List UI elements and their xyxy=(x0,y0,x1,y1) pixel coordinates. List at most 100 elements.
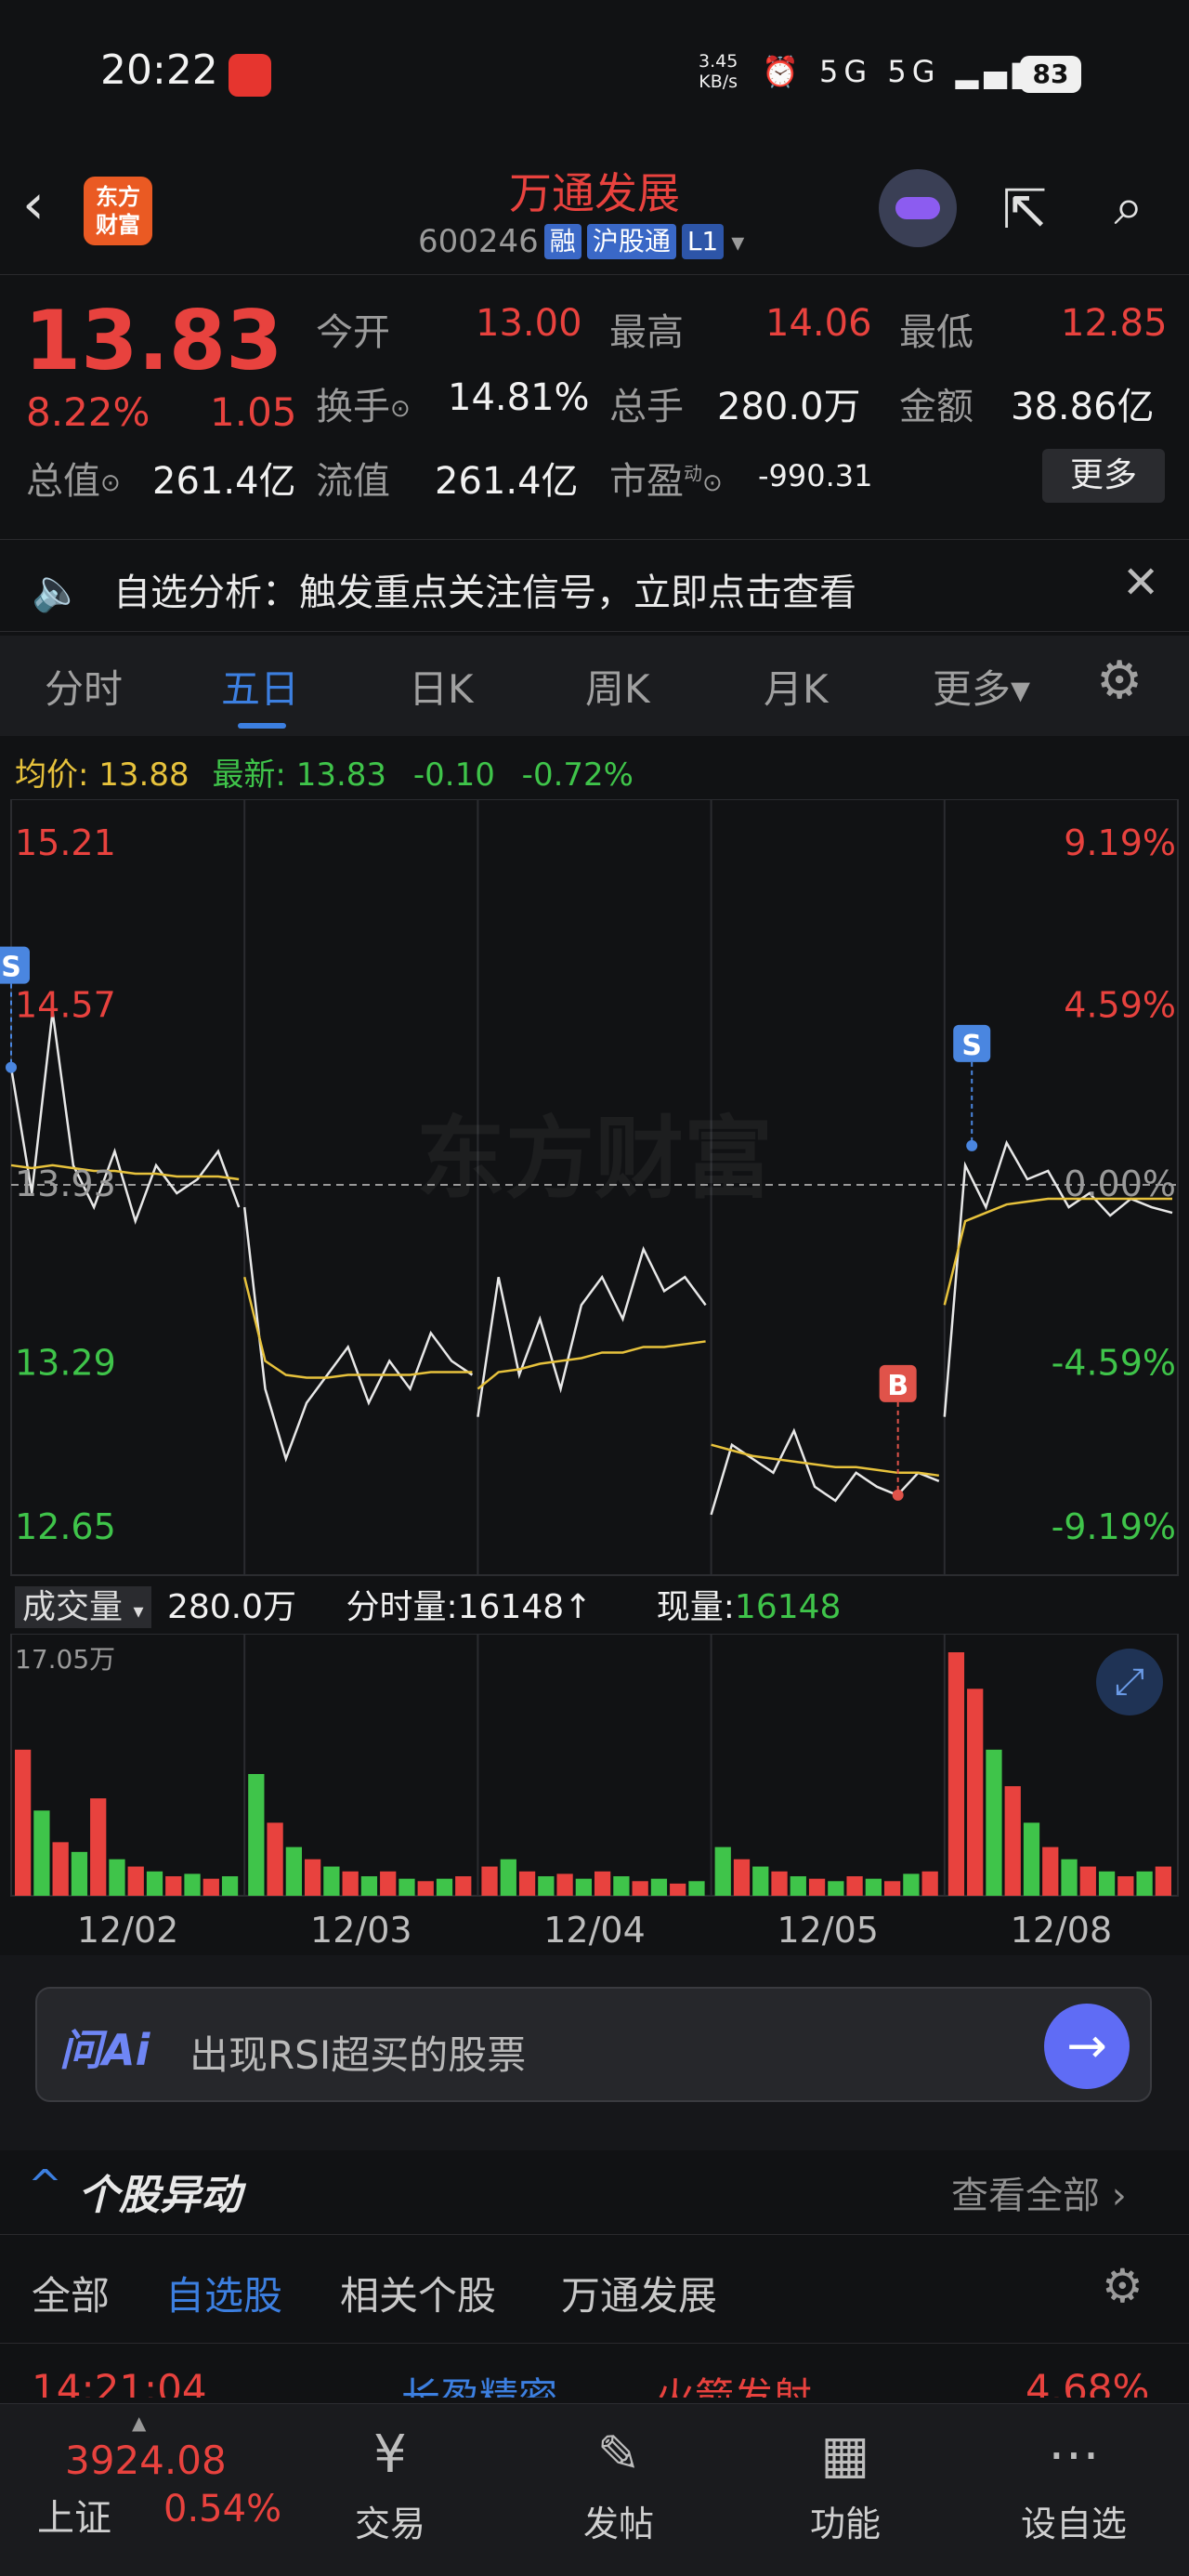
volume-bar xyxy=(903,1873,920,1896)
period-tabs: 分时 五日 日K 周K 月K 更多▾ ⚙ xyxy=(0,636,1189,736)
float-label: 流值 xyxy=(316,460,390,503)
marker-label: S xyxy=(1,952,21,984)
tab-monthly-k[interactable]: 月K xyxy=(764,658,829,715)
chart-svg[interactable]: 东方财富 15.21 9.19% 14.57 4.59% 13.93 0.00% 13.29… xyxy=(0,798,1189,1580)
margin-tag: 融 xyxy=(543,224,581,259)
volume-bar xyxy=(733,1859,751,1896)
volume-bar xyxy=(632,1881,648,1896)
signal-icons: ⏰ 5G 5G ▂▄▆ xyxy=(762,54,1041,89)
price-line-day-2 xyxy=(477,1245,707,1417)
y-left-tick: 15.21 xyxy=(15,822,116,863)
chevron-up-icon[interactable]: ▲ xyxy=(132,2412,146,2434)
bottom-nav: ▲ 3924.08 上证 0.54% ¥ 交易 ✎ 发帖 ▦ 功能 ⋯ 设自选 xyxy=(0,2403,1189,2576)
volume-bar xyxy=(285,1847,302,1896)
arrow-right-icon[interactable]: → xyxy=(1044,2004,1130,2089)
info-icon[interactable]: ⊙ xyxy=(390,395,411,423)
tab-all[interactable]: 全部 xyxy=(32,2265,110,2321)
volume-frame xyxy=(10,1633,1179,1897)
nav-functions-label: 功能 xyxy=(809,2504,881,2544)
nav-post[interactable]: ✎ 发帖 xyxy=(544,2423,693,2546)
status-bar: 20:22 3.45 KB/s ⏰ 5G 5G ▂▄▆ 83 xyxy=(0,0,1189,149)
volume-bar xyxy=(613,1876,630,1896)
volume-selector[interactable]: 成交量 ▾ xyxy=(15,1586,151,1628)
high-label: 最高 xyxy=(609,311,684,354)
marker-dot xyxy=(6,1061,17,1073)
nav-functions[interactable]: ▦ 功能 xyxy=(771,2423,920,2546)
close-icon[interactable]: ✕ xyxy=(1122,557,1159,609)
view-all-link[interactable]: 查看全部 › xyxy=(951,2165,1127,2219)
share-icon[interactable]: ⇱ xyxy=(992,177,1057,242)
x-axis-label: 12/03 xyxy=(310,1910,412,1951)
change-amount: 1.05 xyxy=(210,389,297,435)
tab-more[interactable]: 更多▾ xyxy=(933,658,1030,715)
ai-search-area: 问Ai 出现RSI超买的股票 → xyxy=(0,1955,1189,2150)
info-icon[interactable]: ⊙ xyxy=(702,469,723,497)
tab-weekly-k[interactable]: 周K xyxy=(585,658,650,715)
volume-chart[interactable]: 12/02 12/03 12/04 12/05 12/08 xyxy=(0,1633,1189,1955)
y-left-tick: 12.65 xyxy=(15,1506,116,1547)
now-volume-label: 现量: xyxy=(656,1588,735,1626)
tab-related[interactable]: 相关个股 xyxy=(340,2265,496,2321)
battery-icon: 83 xyxy=(1020,56,1081,93)
volume-bar xyxy=(518,1871,536,1896)
volume-bar xyxy=(947,1652,965,1896)
volume-value: 280.0万 xyxy=(717,386,861,428)
notice-banner[interactable]: 🔈 自选分析：触发重点关注信号，立即点击查看 ✕ xyxy=(0,539,1189,632)
chevron-up-icon[interactable]: ^ xyxy=(28,2162,62,2209)
volume-bar xyxy=(500,1859,516,1896)
volume-bar xyxy=(221,1876,239,1896)
volume-bar xyxy=(146,1871,163,1896)
notice-text[interactable]: 自选分析：触发重点关注信号，立即点击查看 xyxy=(113,562,856,616)
nav-add-watch[interactable]: ⋯ 设自选 xyxy=(1000,2423,1148,2546)
y-right-tick: 4.59% xyxy=(1064,985,1176,1026)
robot-assistant-icon[interactable] xyxy=(879,169,957,247)
volume-bar xyxy=(52,1842,69,1896)
volume-bar xyxy=(455,1876,472,1896)
mcap-label: 总值⊙ xyxy=(26,451,121,505)
pe-label: 市盈动⊙ xyxy=(609,451,723,505)
index-pct: 0.54% xyxy=(163,2488,282,2530)
event-time: 14:21:04 xyxy=(32,2366,207,2398)
current-price: 13.83 xyxy=(24,293,283,388)
y-right-tick: -9.19% xyxy=(1052,1506,1176,1547)
x-axis-label: 12/04 xyxy=(543,1910,646,1951)
nav-post-label: 发帖 xyxy=(582,2504,654,2544)
ai-query-text[interactable]: 出现RSI超买的股票 xyxy=(189,2024,526,2081)
five-day-chart[interactable]: 东方财富 15.21 9.19% 14.57 4.59% 13.93 0.00% 13.29… xyxy=(0,798,1189,1580)
search-icon[interactable]: ⌕ xyxy=(1096,175,1161,240)
high-value: 14.06 xyxy=(765,302,872,345)
info-icon[interactable]: ⊙ xyxy=(100,469,121,497)
volume-header: 成交量 ▾ 280.0万 分时量:16148↑ 现量:16148 xyxy=(15,1580,1176,1632)
tab-stock[interactable]: 万通发展 xyxy=(561,2265,717,2321)
volume-bar xyxy=(360,1876,378,1896)
avg-line-day-1 xyxy=(242,1276,473,1379)
mcap-value: 261.4亿 xyxy=(152,460,296,503)
tab-intraday[interactable]: 分时 xyxy=(45,658,123,715)
volume-bar xyxy=(342,1871,359,1896)
volume-bar xyxy=(481,1866,498,1896)
volume-bar xyxy=(323,1866,340,1896)
event-stock: 长盈精密 xyxy=(401,2374,558,2398)
turnover-label: 换手⊙ xyxy=(316,376,411,430)
volume-bar xyxy=(71,1851,88,1896)
ai-search-box[interactable]: 问Ai 出现RSI超买的股票 → xyxy=(35,1987,1152,2102)
volume-bar xyxy=(380,1871,397,1896)
volume-bar xyxy=(790,1876,806,1896)
list-item[interactable]: 14:21:04 长盈精密 火箭发射 4.68% xyxy=(0,2360,1189,2398)
index-value[interactable]: 3924.08 xyxy=(65,2438,227,2483)
more-button[interactable]: 更多 xyxy=(1042,449,1165,503)
volume-bar xyxy=(752,1866,769,1896)
tab-daily-k[interactable]: 日K xyxy=(409,658,474,715)
gear-icon[interactable]: ⚙ xyxy=(1096,651,1143,711)
tab-watchlist[interactable]: 自选股 xyxy=(165,2265,282,2321)
trade-icon: ¥ xyxy=(373,2425,407,2485)
y-right-tick: 0.00% xyxy=(1064,1163,1176,1204)
y-left-tick: 13.93 xyxy=(15,1163,116,1204)
avg-lines xyxy=(10,1163,1172,1478)
tab-five-day[interactable]: 五日 xyxy=(221,658,299,715)
x-axis-label: 12/05 xyxy=(777,1910,879,1951)
gear-icon[interactable]: ⚙ xyxy=(1102,2259,1143,2313)
stock-code-row[interactable]: 600246 融 沪股通 L1 ▾ xyxy=(418,223,744,260)
nav-trade[interactable]: ¥ 交易 xyxy=(316,2423,464,2546)
avg-line-day-4 xyxy=(943,1197,1172,1306)
